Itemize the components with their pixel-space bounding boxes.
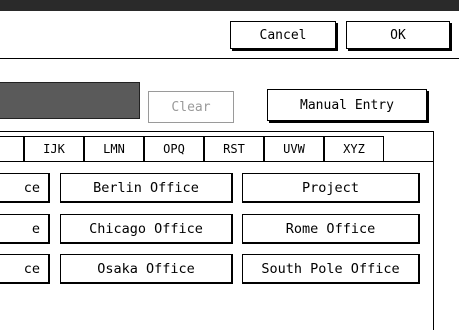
title-bar xyxy=(0,0,459,11)
destination-key-osaka-office[interactable]: Osaka Office xyxy=(60,254,233,284)
tab-partial[interactable] xyxy=(0,136,24,161)
ok-button[interactable]: OK xyxy=(346,21,450,49)
tab-uvw[interactable]: UVW xyxy=(264,136,324,161)
tabs-underline xyxy=(0,161,434,162)
tab-ijk[interactable]: IJK xyxy=(24,136,84,161)
tab-opq[interactable]: OPQ xyxy=(144,136,204,161)
destination-key-berlin-office[interactable]: Berlin Office xyxy=(60,173,233,203)
tab-lmn[interactable]: LMN xyxy=(84,136,144,161)
cancel-button[interactable]: Cancel xyxy=(230,21,336,49)
header-divider xyxy=(0,58,459,59)
destination-key-chicago-office[interactable]: Chicago Office xyxy=(60,214,233,244)
destination-key-project[interactable]: Project xyxy=(242,173,420,203)
tab-xyz[interactable]: XYZ xyxy=(324,136,384,161)
manual-entry-button[interactable]: Manual Entry xyxy=(267,89,427,121)
destination-key-partial[interactable]: ce xyxy=(0,173,50,203)
clear-button[interactable]: Clear xyxy=(148,91,234,123)
destination-key-partial[interactable]: ce xyxy=(0,254,50,284)
destination-key-south-pole-office[interactable]: South Pole Office xyxy=(242,254,420,284)
destination-key-rome-office[interactable]: Rome Office xyxy=(242,214,420,244)
panel-top-border xyxy=(0,131,434,132)
tab-rst[interactable]: RST xyxy=(204,136,264,161)
destination-key-partial[interactable]: e xyxy=(0,214,50,244)
destination-input-field[interactable] xyxy=(0,82,140,119)
